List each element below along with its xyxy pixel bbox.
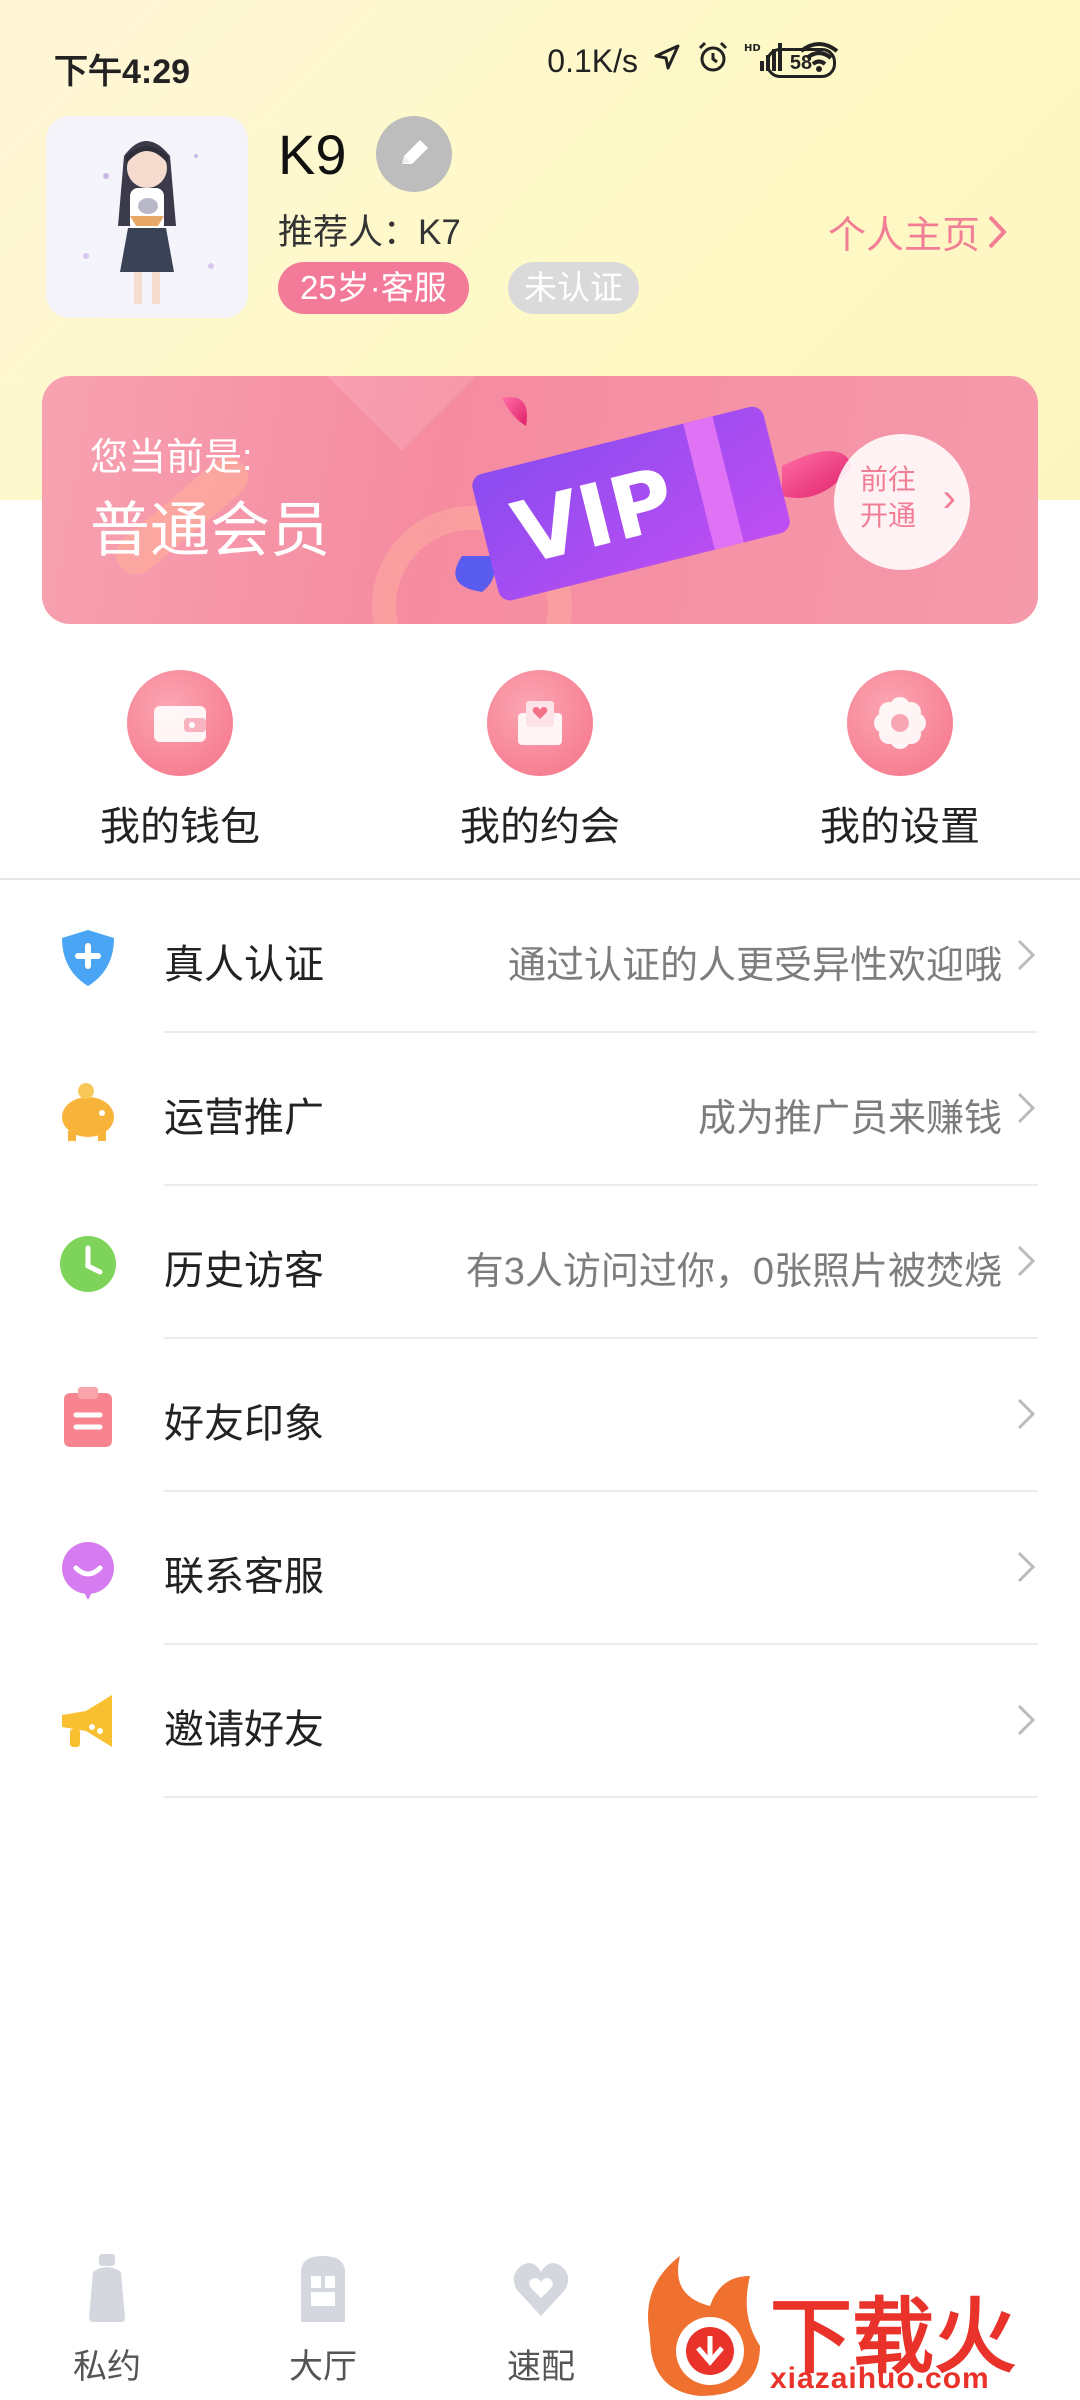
battery-indicator: 58 xyxy=(766,48,836,78)
menu-item-promotion[interactable]: 运营推广 成为推广员来赚钱 xyxy=(0,1033,1080,1186)
chevron-right-icon xyxy=(1017,939,1036,971)
network-speed: 0.1K/s xyxy=(547,42,638,79)
status-bar: 下午4:29 0.1K/s HD 58 xyxy=(0,0,1080,120)
alarm-icon xyxy=(696,40,730,82)
nav-tab-label: 私约 xyxy=(73,2348,141,2386)
menu-item-label: 真人认证 xyxy=(164,943,324,987)
chevron-right-icon xyxy=(1017,1398,1036,1430)
menu-item-visitors[interactable]: 历史访客 有3人访问过你，0张照片被焚烧 xyxy=(0,1186,1080,1339)
edit-profile-button[interactable] xyxy=(376,116,452,192)
quick-action-label: 我的钱包 xyxy=(100,805,260,849)
vip-ticket-icon: VIP xyxy=(455,397,852,601)
menu-item-label: 历史访客 xyxy=(164,1249,324,1293)
svg-text:HD: HD xyxy=(744,43,761,54)
piggy-bank-icon xyxy=(62,1083,114,1141)
bottle-icon xyxy=(89,2254,125,2322)
vip-banner[interactable]: 您当前是: 普通会员 VIP 前往 开通 › xyxy=(42,376,1038,624)
row-divider xyxy=(164,1796,1038,1798)
age-role-badge: 25岁·客服 xyxy=(278,262,469,314)
menu-item-customer-service[interactable]: 联系客服 xyxy=(0,1492,1080,1645)
location-icon xyxy=(652,42,682,80)
open-vip-button[interactable]: 前往 开通 › xyxy=(834,434,970,570)
wallet-icon xyxy=(127,670,233,776)
nav-tab-hall[interactable]: 大厅 xyxy=(248,2252,398,2388)
chevron-right-icon xyxy=(988,215,1007,248)
referrer-text: 推荐人：K7 xyxy=(278,213,461,252)
date-envelope-icon xyxy=(487,670,593,776)
homepage-link-label: 个人主页 xyxy=(827,215,980,257)
clipboard-icon xyxy=(64,1387,112,1447)
nav-tab-match[interactable]: 速配 xyxy=(466,2252,616,2388)
username: K9 xyxy=(278,123,347,186)
heart-icon xyxy=(513,2263,569,2316)
auth-status-badge: 未认证 xyxy=(508,262,639,314)
nav-tab-private[interactable]: 私约 xyxy=(32,2252,182,2388)
nav-tab-label: 大厅 xyxy=(289,2348,357,2386)
megaphone-icon xyxy=(62,1695,112,1747)
menu-item-desc: 有3人访问过你，0张照片被焚烧 xyxy=(465,1251,1002,1293)
quick-action-settings[interactable]: 我的设置 xyxy=(770,670,1030,852)
chevron-right-icon xyxy=(1017,1245,1036,1277)
pencil-icon xyxy=(402,140,428,164)
settings-flower-icon xyxy=(847,670,953,776)
menu-item-label: 运营推广 xyxy=(164,1096,324,1140)
quick-action-wallet[interactable]: 我的钱包 xyxy=(50,670,310,852)
menu-item-label: 邀请好友 xyxy=(164,1708,324,1752)
chevron-right-icon: › xyxy=(942,476,956,520)
menu-list: 真人认证 通过认证的人更受异性欢迎哦 运营推广 成为推广员来赚钱 历史访客 有3… xyxy=(0,880,1080,1798)
homepage-link[interactable]: 个人主页 xyxy=(828,204,1008,259)
watermark-url: xiazaihuo.com xyxy=(770,2362,990,2395)
menu-item-label: 好友印象 xyxy=(164,1402,324,1446)
vip-level: 普通会员 xyxy=(90,497,330,564)
chat-bubble-icon xyxy=(62,1542,114,1600)
nav-tab-label: 速配 xyxy=(507,2348,575,2386)
shield-plus-icon xyxy=(62,930,114,986)
quick-action-label: 我的设置 xyxy=(820,805,980,849)
menu-item-label: 联系客服 xyxy=(164,1555,324,1599)
menu-item-verification[interactable]: 真人认证 通过认证的人更受异性欢迎哦 xyxy=(0,880,1080,1033)
chevron-right-icon xyxy=(1017,1551,1036,1583)
quick-action-label: 我的约会 xyxy=(460,805,620,849)
menu-item-impressions[interactable]: 好友印象 xyxy=(0,1339,1080,1492)
menu-item-invite[interactable]: 邀请好友 xyxy=(0,1645,1080,1798)
clock-icon xyxy=(60,1236,116,1292)
chevron-right-icon xyxy=(1017,1092,1036,1124)
hall-icon xyxy=(301,2256,345,2322)
status-time: 下午4:29 xyxy=(54,53,191,91)
vip-status-label: 您当前是: xyxy=(90,437,253,479)
chevron-right-icon xyxy=(1017,1704,1036,1736)
menu-item-desc: 通过认证的人更受异性欢迎哦 xyxy=(507,945,1002,987)
quick-action-dates[interactable]: 我的约会 xyxy=(410,670,670,852)
avatar[interactable] xyxy=(46,116,248,318)
menu-item-desc: 成为推广员来赚钱 xyxy=(697,1098,1002,1140)
